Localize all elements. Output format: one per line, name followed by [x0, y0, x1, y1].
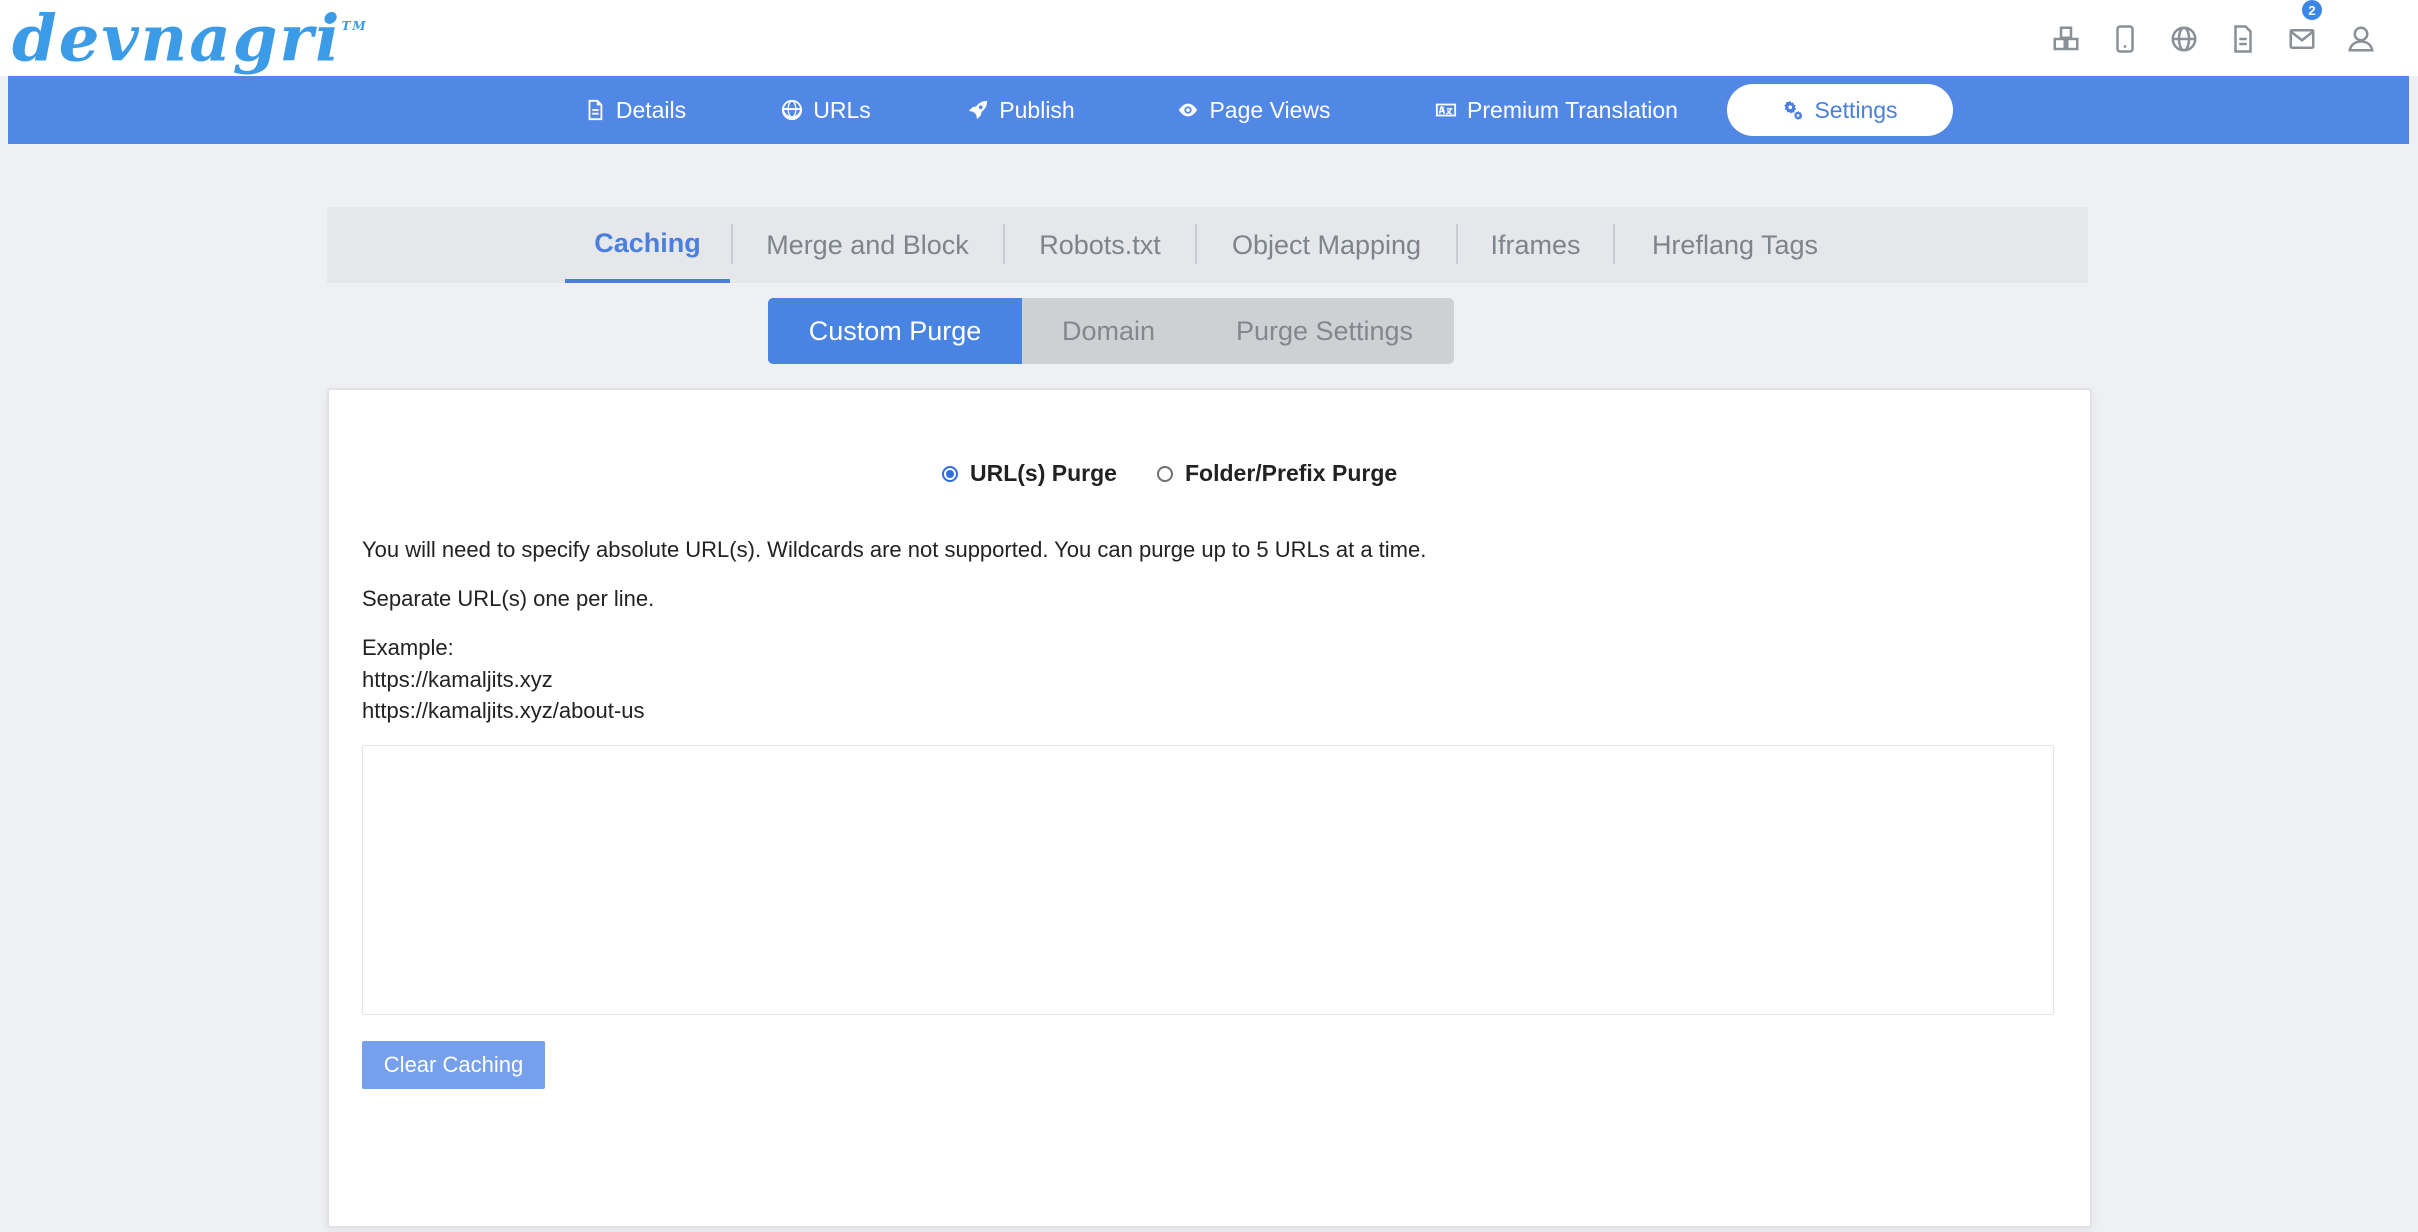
tab-hreflang-tags[interactable]: Hreflang Tags — [1615, 207, 1855, 283]
purge-type-options: URL(s) Purge Folder/Prefix Purge — [329, 460, 2090, 500]
eye-icon — [1179, 103, 1198, 117]
purge-instruction: You will need to specify absolute URL(s)… — [362, 537, 1427, 562]
devnagri-logo[interactable]: devnagriTM — [12, 0, 368, 79]
main-nav: Details URLs Publish Page Views Premium … — [8, 76, 2409, 144]
globe-icon — [782, 99, 803, 121]
subtab-purge-settings[interactable]: Purge Settings — [1195, 298, 1454, 364]
tab-merge-and-block[interactable]: Merge and Block — [732, 207, 1003, 283]
file-icon — [588, 99, 603, 121]
nav-details[interactable]: Details — [573, 84, 697, 136]
notification-badge: 2 — [2302, 0, 2322, 20]
nav-publish[interactable]: Publish — [956, 84, 1086, 136]
subtab-domain[interactable]: Domain — [1022, 298, 1195, 364]
nav-settings-label: Settings — [1814, 96, 1898, 123]
boxes-icon[interactable] — [2036, 18, 2095, 60]
folder-prefix-purge-radio[interactable] — [1157, 465, 1173, 482]
clear-caching-button[interactable]: Clear Caching — [362, 1041, 545, 1089]
settings-tabs: Caching Merge and Block Robots.txt Objec… — [327, 207, 2088, 283]
document-icon[interactable] — [2213, 18, 2272, 60]
rocket-icon — [969, 100, 988, 120]
tab-iframes[interactable]: Iframes — [1458, 207, 1613, 283]
mail-icon[interactable]: 2 — [2272, 0, 2331, 60]
subtab-custom-purge[interactable]: Custom Purge — [768, 298, 1022, 364]
nav-page-views-label: Page Views — [1209, 96, 1331, 123]
nav-publish-label: Publish — [999, 96, 1075, 123]
globe-icon[interactable] — [2154, 18, 2213, 60]
top-header: devnagriTM 2 — [0, 0, 2418, 76]
tab-caching[interactable]: Caching — [565, 207, 730, 283]
example-url: https://kamaljits.xyz/about-us — [362, 698, 645, 723]
example-url: https://kamaljits.xyz — [362, 667, 553, 692]
url-purge-radio[interactable] — [942, 465, 958, 482]
header-icons: 2 — [2036, 0, 2390, 60]
folder-prefix-purge-label: Folder/Prefix Purge — [1185, 460, 1398, 486]
nav-urls-label: URLs — [813, 96, 871, 123]
folder-prefix-purge-option[interactable]: Folder/Prefix Purge — [1157, 460, 1397, 487]
logo-text: devnagri — [12, 1, 342, 77]
user-icon[interactable] — [2331, 18, 2390, 60]
url-purge-label: URL(s) Purge — [970, 460, 1117, 486]
custom-purge-panel: URL(s) Purge Folder/Prefix Purge You wil… — [327, 388, 2092, 1228]
nav-page-views[interactable]: Page Views — [1164, 84, 1344, 136]
separator-note: Separate URL(s) one per line. — [362, 586, 655, 611]
url-purge-option[interactable]: URL(s) Purge — [942, 460, 1117, 487]
urls-textarea[interactable] — [362, 745, 2054, 1015]
trademark: TM — [341, 19, 368, 33]
language-icon — [1435, 103, 1457, 117]
gears-icon — [1784, 100, 1803, 121]
nav-details-label: Details — [615, 96, 687, 123]
nav-urls[interactable]: URLs — [771, 84, 881, 136]
nav-settings[interactable]: Settings — [1727, 84, 1953, 136]
mobile-icon[interactable] — [2095, 18, 2154, 60]
example-label: Example: — [362, 635, 454, 660]
tab-object-mapping[interactable]: Object Mapping — [1197, 207, 1456, 283]
tab-robots-txt[interactable]: Robots.txt — [1005, 207, 1195, 283]
nav-premium-translation[interactable]: Premium Translation — [1419, 84, 1694, 136]
caching-subtabs: Custom Purge Domain Purge Settings — [768, 298, 1454, 364]
nav-premium-translation-label: Premium Translation — [1467, 96, 1678, 123]
